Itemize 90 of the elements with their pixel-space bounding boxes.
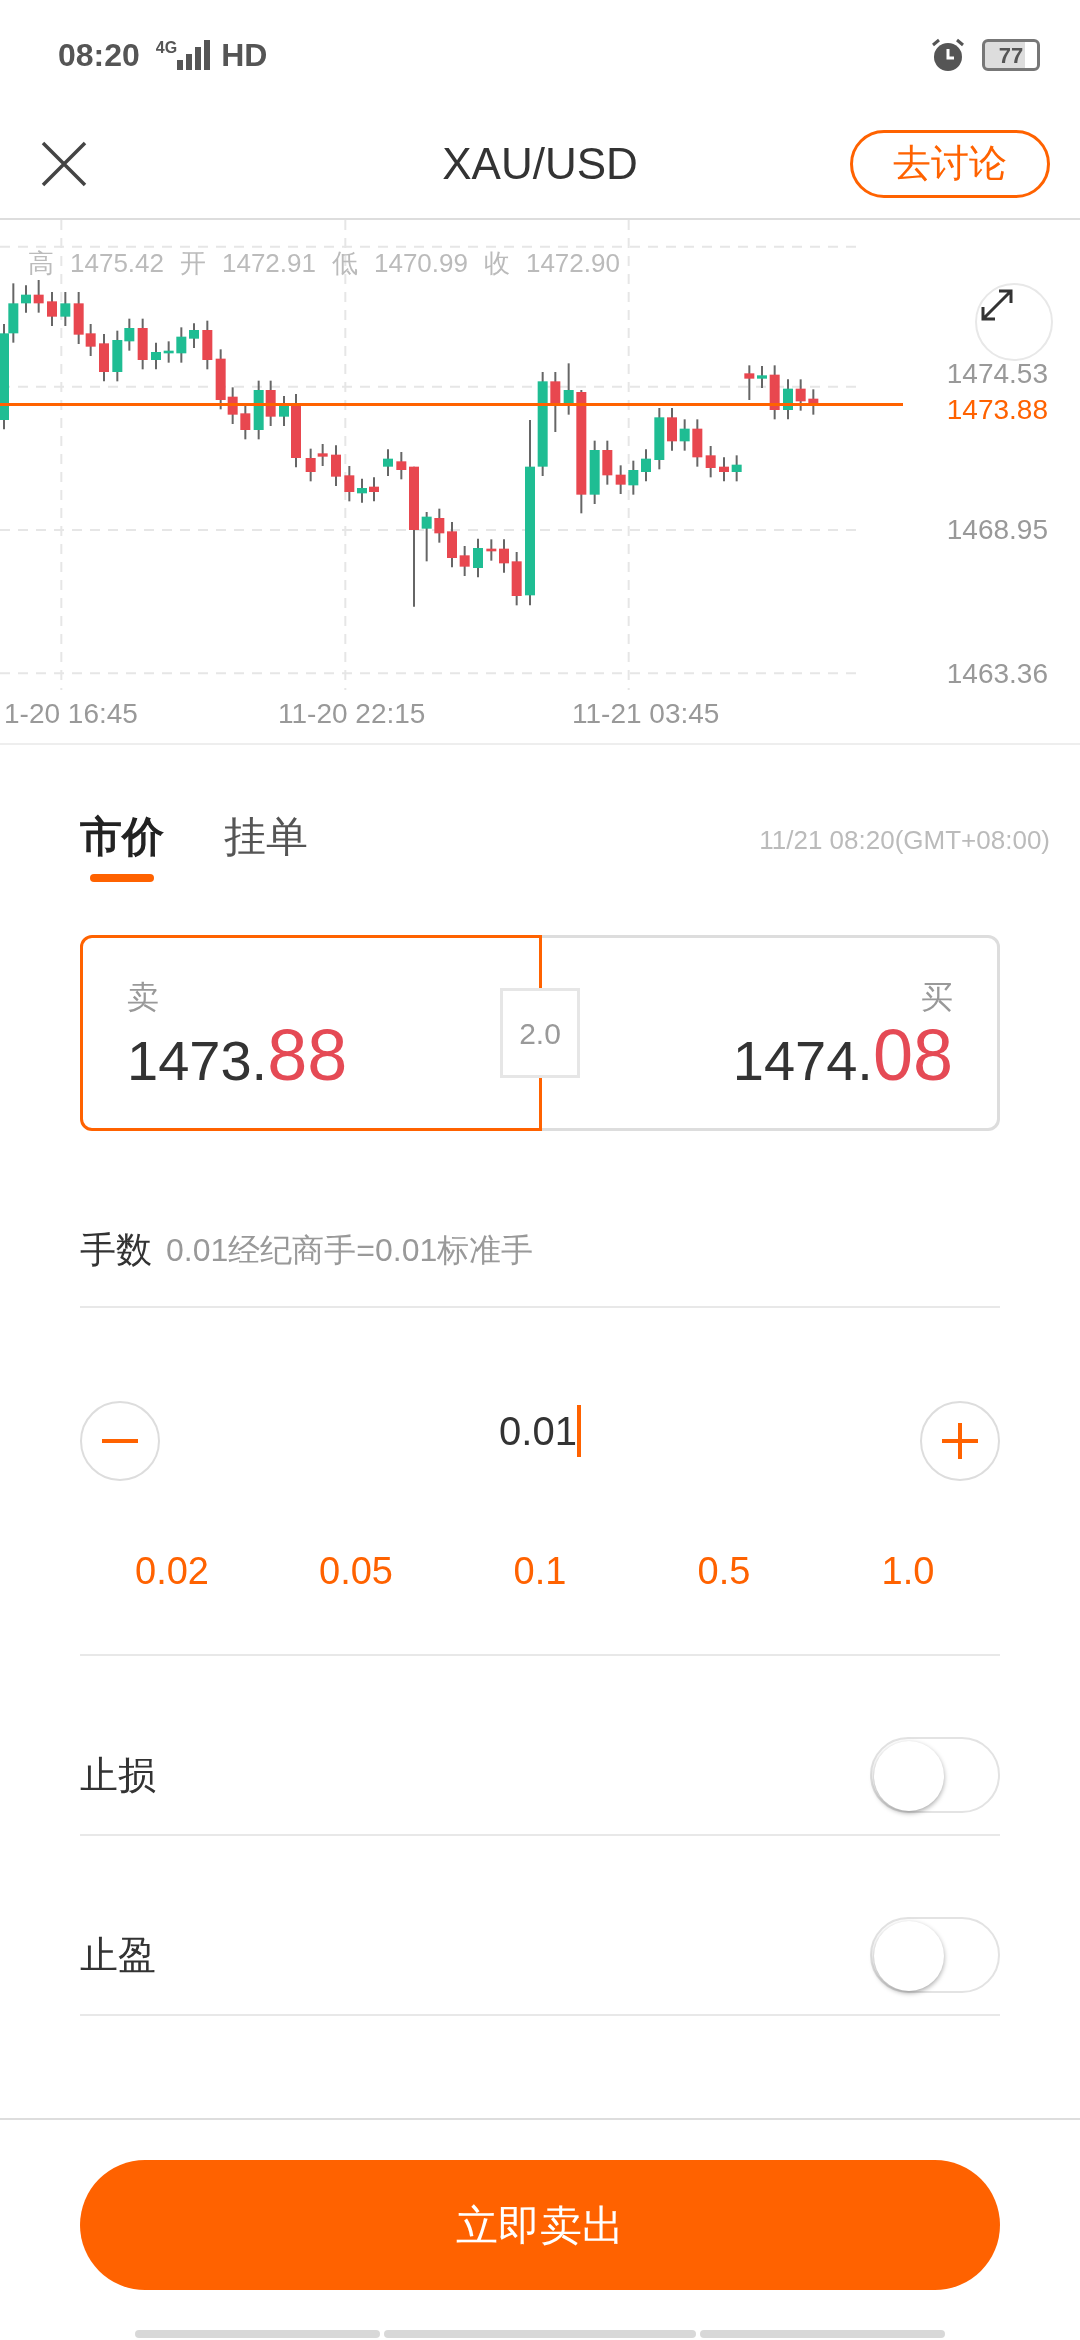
- order-tab[interactable]: 挂单: [224, 805, 308, 882]
- candle: [33, 279, 44, 314]
- candle: [486, 538, 497, 562]
- candle: [176, 326, 187, 364]
- candle: [369, 476, 379, 503]
- close-button[interactable]: [40, 140, 88, 188]
- candle: [189, 322, 199, 349]
- candle: [589, 439, 600, 505]
- plus-icon: [940, 1421, 980, 1461]
- candle: [383, 448, 393, 477]
- lots-input[interactable]: 0.01: [499, 1401, 581, 1461]
- order-tab[interactable]: 市价: [80, 805, 164, 882]
- ohlc-label: 收: [483, 250, 510, 276]
- network-label: 4G: [155, 38, 178, 58]
- battery-icon: 77: [982, 39, 1040, 71]
- spread-value: 2.0: [500, 988, 580, 1078]
- ohlc-label: 低: [331, 250, 358, 276]
- quick-lot-button[interactable]: 0.5: [632, 1542, 816, 1600]
- candle: [21, 284, 31, 314]
- hd-label: HD: [221, 36, 268, 75]
- candle: [783, 378, 793, 421]
- candle: [265, 379, 276, 427]
- current-price-label: 1473.88: [946, 396, 1048, 424]
- axis-label: 1-20 16:45: [4, 700, 138, 728]
- candle: [473, 537, 483, 579]
- candle: [421, 511, 432, 563]
- quick-lot-button[interactable]: 0.1: [448, 1542, 632, 1600]
- candle: [434, 507, 445, 544]
- candle: [240, 403, 251, 441]
- axis-label: 1474.53: [946, 360, 1048, 388]
- ohlc-value: 1472.90: [525, 250, 620, 276]
- candle: [719, 456, 729, 483]
- candle: [769, 364, 780, 421]
- close-icon: [40, 140, 88, 188]
- sell-button[interactable]: 立即卖出: [80, 2160, 1000, 2290]
- status-time: 08:20: [58, 36, 140, 75]
- candle: [667, 407, 677, 452]
- candle: [253, 379, 264, 441]
- candle: [563, 362, 574, 416]
- page-title: XAU/USD: [442, 139, 638, 188]
- candle: [499, 538, 509, 574]
- quick-lot-button[interactable]: 0.05: [264, 1542, 448, 1600]
- candle: [654, 407, 665, 471]
- candle: [615, 464, 626, 495]
- candle: [550, 371, 561, 433]
- candle: [331, 444, 341, 487]
- ohlc-label: 高: [28, 250, 54, 276]
- candle: [795, 378, 806, 412]
- ohlc-label: 开: [180, 250, 206, 276]
- axis-label: 11-20 22:15: [278, 700, 426, 728]
- candle: [679, 418, 690, 452]
- axis-label: 1463.36: [946, 660, 1048, 688]
- candle: [137, 317, 148, 371]
- candle: [757, 365, 767, 389]
- candle: [731, 454, 742, 483]
- minus-icon: [100, 1439, 140, 1443]
- ohlc-value: 1475.42: [70, 250, 164, 276]
- candle: [628, 459, 639, 496]
- candle: [99, 333, 109, 383]
- lots-hint: 0.01经纪商手=0.01标准手: [166, 1230, 534, 1270]
- candle: [447, 521, 457, 569]
- candle: [202, 319, 213, 371]
- candle: [808, 388, 819, 416]
- candle: [744, 364, 755, 401]
- candle: [641, 448, 651, 483]
- timestamp: 11/21 08:20(GMT+08:00): [759, 824, 1050, 857]
- candle: [60, 291, 71, 327]
- candle: [602, 439, 613, 486]
- option-label: 止盈: [80, 1932, 156, 1978]
- candle: [705, 445, 716, 479]
- candle: [47, 291, 57, 327]
- ohlc-value: 1472.91: [222, 250, 316, 276]
- candle: [357, 477, 367, 504]
- ohlc-value: 1470.99: [373, 250, 468, 276]
- quick-lot-button[interactable]: 0.02: [80, 1542, 264, 1600]
- lots-label: 手数: [80, 1227, 152, 1272]
- axis-label: 11-21 03:45: [572, 700, 720, 728]
- candle: [344, 465, 355, 503]
- candle: [163, 340, 174, 364]
- candle: [279, 395, 289, 427]
- discuss-button[interactable]: 去讨论: [850, 130, 1050, 198]
- candle: [396, 451, 407, 481]
- axis-label: 1468.95: [946, 516, 1048, 544]
- candle: [511, 551, 522, 607]
- quick-lot-button[interactable]: 1.0: [816, 1542, 1000, 1600]
- candle: [459, 545, 470, 577]
- candle: [692, 418, 703, 468]
- option-label: 止损: [80, 1752, 156, 1798]
- alarm-icon: [930, 37, 966, 73]
- candle: [151, 341, 161, 371]
